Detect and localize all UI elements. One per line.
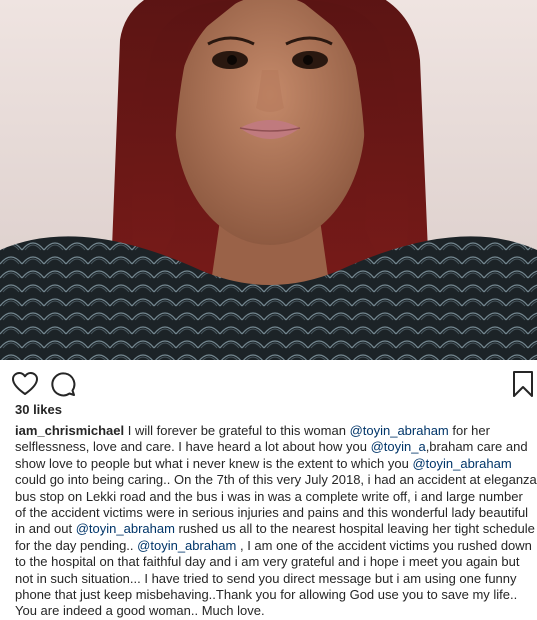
caption-mention-5[interactable]: @toyin_abraham: [137, 538, 236, 553]
caption-mention-2[interactable]: @toyin_a: [371, 439, 426, 454]
heart-icon[interactable]: [12, 372, 38, 396]
bookmark-icon[interactable]: [512, 370, 534, 398]
caption-mention-3[interactable]: @toyin_abraham: [412, 456, 511, 471]
likes-count[interactable]: 30 likes: [15, 402, 62, 417]
comment-icon[interactable]: [50, 371, 76, 397]
caption-mention-1[interactable]: @toyin_abraham: [350, 423, 449, 438]
portrait-image: [0, 0, 537, 360]
post-caption: iam_chrismichael I will forever be grate…: [15, 423, 537, 620]
caption-username[interactable]: iam_chrismichael: [15, 423, 124, 438]
caption-text-1: I will forever be grateful to this woman: [124, 423, 350, 438]
post-actions-bar: [0, 360, 537, 406]
post-photo[interactable]: [0, 0, 537, 360]
caption-mention-4[interactable]: @toyin_abraham: [76, 521, 175, 536]
